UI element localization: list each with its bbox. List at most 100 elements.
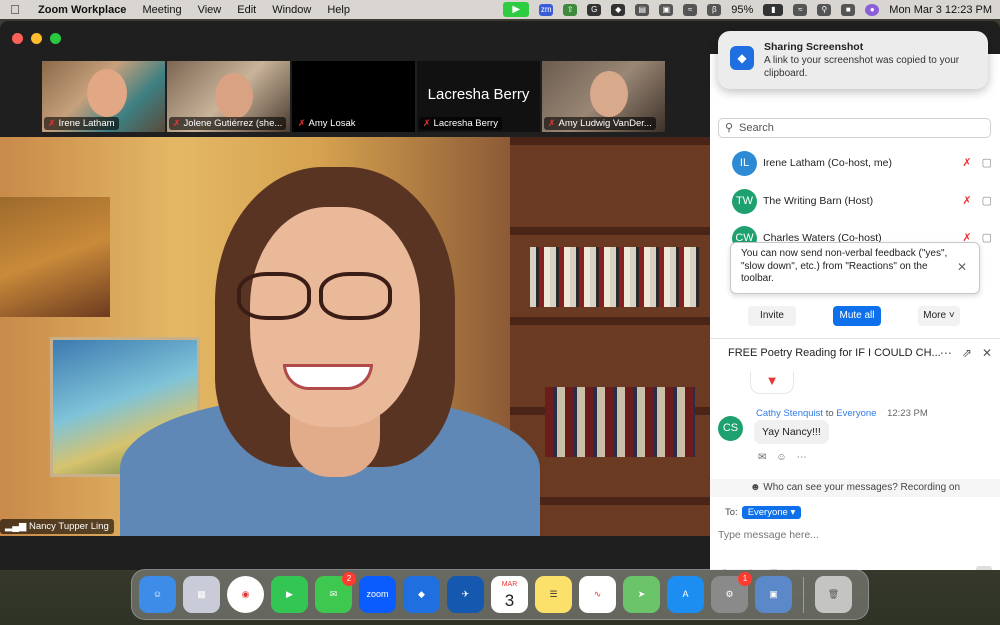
bluetooth-icon[interactable]: β (707, 3, 722, 16)
dropbox-icon[interactable]: ◆ (403, 576, 440, 613)
menu-edit[interactable]: Edit (229, 4, 264, 16)
video-tile[interactable]: ✗ Amy Losak (292, 61, 415, 132)
openoffice-icon[interactable]: ✈ (447, 576, 484, 613)
pop-out-icon[interactable]: ⇗ (962, 346, 972, 360)
person-icon: ☻ (749, 482, 764, 493)
siri-icon[interactable]: ● (865, 3, 880, 16)
message-sender[interactable]: Cathy Stenquist (756, 408, 823, 419)
participant-video (215, 73, 253, 119)
cast-icon[interactable]: ▤ (635, 3, 650, 16)
participant-search-input[interactable]: ⚲ Search (718, 118, 991, 138)
menu-bar-tray: ▶ zm ⇧ G ◆ ▤ ▣ ≈ β 95% ▮ ≈ ⚲ ■ ● Mon Mar… (503, 0, 992, 19)
tile-name-label: ✗ Irene Latham (44, 117, 119, 130)
window-icon[interactable]: ▣ (659, 3, 674, 16)
speaker-smile (283, 364, 373, 390)
grammarly-icon[interactable]: G (587, 3, 602, 16)
messages-icon[interactable]: ✉ 2 (315, 572, 356, 613)
message-meta: Cathy Stenquist to Everyone 12:23 PM (756, 408, 928, 419)
system-settings-icon[interactable]: ⚙ 1 (711, 572, 752, 613)
recipient-selector: To: Everyone ▾ (725, 506, 802, 519)
freeform-icon[interactable]: ∿ (579, 576, 616, 613)
minimize-window-button[interactable] (31, 33, 42, 44)
to-label: To: (725, 507, 738, 518)
close-icon[interactable]: ✕ (957, 261, 967, 274)
camera-icon[interactable]: ▢ (982, 231, 992, 244)
notification-body: A link to your screenshot was copied to … (764, 55, 960, 79)
trash-icon[interactable]: 🗑 (815, 576, 852, 613)
menu-bar:  Zoom Workplace Meeting View Edit Windo… (0, 0, 1000, 19)
video-tile[interactable]: ✗ Irene Latham (42, 61, 165, 132)
camera-icon[interactable]: ▢ (982, 194, 992, 207)
zoom-icon[interactable]: zoom (359, 576, 396, 613)
menu-help[interactable]: Help (319, 4, 358, 16)
main-speaker-video[interactable]: ▂▄▆ Nancy Tupper Ling (0, 137, 710, 536)
dropbox-icon: ◆ (730, 46, 754, 70)
send-button[interactable]: ➤ (976, 566, 992, 570)
speaker-glasses (237, 272, 392, 320)
finder-icon[interactable]: ☺ (139, 576, 176, 613)
tile-big-name: Lacresha Berry (427, 86, 530, 103)
chevron-down-icon: ▾ (787, 507, 796, 518)
more-button[interactable]: More ˅ (918, 306, 960, 326)
tile-name-label: ✗ Amy Losak (294, 117, 360, 130)
tile-name-label: ✗ Lacresha Berry (419, 117, 502, 130)
participant-name: Irene Latham (Co-host, me) (763, 157, 892, 169)
control-center-icon[interactable]: ■ (841, 3, 856, 16)
menu-meeting[interactable]: Meeting (134, 4, 189, 16)
menu-view[interactable]: View (190, 4, 230, 16)
camera-icon[interactable]: ▢ (982, 156, 992, 169)
facetime-icon[interactable]: ▶ (271, 576, 308, 613)
app-store-icon[interactable]: A (667, 576, 704, 613)
gallery-strip: ✗ Irene Latham ✗ Jolene Gutiérrez (she... … (42, 61, 665, 132)
battery-icon[interactable]: ▮ (763, 3, 784, 16)
video-tile[interactable]: Lacresha Berry ✗ Lacresha Berry (417, 61, 540, 132)
upload-icon[interactable]: ⇧ (563, 3, 578, 16)
reply-icon[interactable]: ✉ (758, 452, 766, 463)
chat-message-input[interactable] (718, 526, 988, 544)
invite-button[interactable]: Invite (748, 306, 796, 326)
tile-name-label: ✗ Amy Ludwig VanDer... (544, 117, 656, 130)
menu-window[interactable]: Window (264, 4, 319, 16)
launchpad-icon[interactable]: ▦ (183, 576, 220, 613)
mic-muted-icon: ✗ (173, 118, 181, 128)
close-icon[interactable]: ✕ (982, 346, 992, 360)
mic-muted-icon[interactable]: ✗ (962, 156, 971, 169)
video-tile[interactable]: ✗ Amy Ludwig VanDer... (542, 61, 665, 132)
recipient-dropdown[interactable]: Everyone ▾ (741, 506, 802, 519)
maps-icon[interactable]: ➤ (623, 576, 660, 613)
visibility-note[interactable]: ☻ Who can see your messages? Recording o… (710, 479, 1000, 497)
dock: ☺ ▦ ◉ ▶ ✉ 2 zoom ◆ ✈ MAR 3 ☰ ∿ ➤ A ⚙ 1 ▣ 🗑 (131, 569, 869, 620)
zoom-camera-icon[interactable]: ▶ (503, 2, 530, 17)
chrome-icon[interactable]: ◉ (227, 576, 264, 613)
apple-icon[interactable]:  (0, 2, 30, 17)
wifi-icon[interactable]: ≈ (793, 3, 808, 16)
close-window-button[interactable] (12, 33, 23, 44)
dropbox-tray-icon[interactable]: ◆ (611, 3, 626, 16)
video-tile[interactable]: ✗ Jolene Gutiérrez (she... (167, 61, 290, 132)
message-to-word: to (825, 408, 834, 419)
zoom-tray-icon[interactable]: zm (539, 3, 554, 16)
tile-name-label: ✗ Jolene Gutiérrez (she... (169, 117, 287, 130)
notification-banner[interactable]: ◆ Sharing Screenshot A link to your scre… (718, 31, 988, 89)
notes-icon[interactable]: ☰ (535, 576, 572, 613)
fullscreen-window-button[interactable] (50, 33, 61, 44)
message-time: 12:23 PM (887, 408, 928, 419)
menu-app-name[interactable]: Zoom Workplace (30, 4, 134, 16)
mic-muted-icon[interactable]: ✗ (962, 194, 971, 207)
emoji-icon[interactable]: ☺ (776, 452, 786, 463)
message-recipient[interactable]: Everyone (836, 408, 876, 419)
airdrop-icon[interactable]: ≈ (683, 3, 698, 16)
calendar-icon[interactable]: MAR 3 (491, 576, 528, 613)
participant-row[interactable]: TW The Writing Barn (Host) ✗ ▢ (732, 188, 992, 214)
main-speaker-name-label: ▂▄▆ Nancy Tupper Ling (0, 519, 114, 534)
preview-icon[interactable]: ▣ (755, 576, 792, 613)
search-tray-icon[interactable]: ⚲ (817, 3, 832, 16)
search-icon: ⚲ (725, 122, 734, 134)
mic-muted-icon: ✗ (298, 118, 306, 128)
chat-title: FREE Poetry Reading for IF I COULD CH... (728, 347, 941, 359)
mute-all-button[interactable]: Mute all (833, 306, 881, 326)
more-options-icon[interactable]: ⋯ (940, 346, 952, 360)
participant-row[interactable]: IL Irene Latham (Co-host, me) ✗ ▢ (732, 150, 992, 176)
more-options-icon[interactable]: ⋯ (797, 452, 807, 463)
avatar: TW (732, 188, 757, 214)
